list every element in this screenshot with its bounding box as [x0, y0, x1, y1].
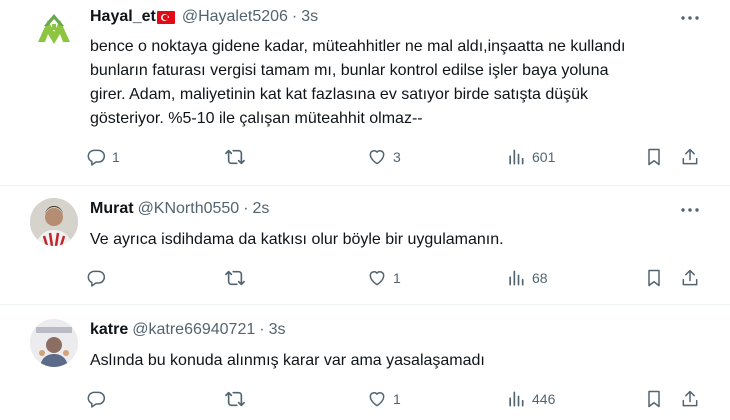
reply-count: 1: [112, 149, 120, 165]
reply-icon: [87, 270, 106, 287]
display-name[interactable]: Murat: [90, 200, 134, 218]
bookmark-button[interactable]: [644, 266, 664, 290]
display-name[interactable]: katre: [90, 321, 128, 339]
tweet-actions: 1 446: [86, 387, 706, 411]
tweet[interactable]: katre @katre66940721 · 3s Aslında bu kon…: [0, 305, 730, 420]
like-button[interactable]: 3: [367, 145, 401, 169]
bookmark-button[interactable]: [644, 145, 664, 169]
views-chart-icon: [509, 391, 524, 407]
share-button[interactable]: [680, 145, 700, 169]
views-button[interactable]: 601: [506, 145, 555, 169]
bookmark-icon: [648, 148, 660, 166]
tweet-text-line: Aslında bu konuda alınmış karar var ama …: [90, 352, 485, 369]
more-horizontal-icon[interactable]: [680, 200, 700, 220]
views-count: 446: [532, 391, 556, 407]
separator-dot: ·: [259, 321, 265, 338]
tweet-text-line: girer. Adam, maliyetinin kat kat fazlası…: [90, 86, 589, 103]
tweet-text: bence o noktaya gidene kadar, müteahhitl…: [90, 35, 690, 131]
views-count: 601: [532, 149, 556, 165]
share-icon: [682, 148, 698, 165]
views-count: 68: [532, 270, 548, 286]
timestamp[interactable]: 2s: [253, 200, 270, 218]
tweet-text: Ve ayrıca isdihdama da katkısı olur böyl…: [90, 228, 690, 252]
like-heart-icon: [369, 271, 385, 286]
like-count: 1: [393, 391, 401, 407]
display-name[interactable]: Hayal_et: [90, 8, 156, 26]
timestamp[interactable]: 3s: [301, 8, 318, 26]
avatar-photo-image: [30, 198, 78, 246]
avatar-photo-image: [30, 319, 78, 367]
like-button[interactable]: 1: [367, 387, 401, 411]
share-button[interactable]: [680, 387, 700, 411]
tweet-actions: 1 68: [86, 266, 706, 290]
user-handle[interactable]: @katre66940721: [132, 321, 255, 339]
tweet-header: katre @katre66940721 · 3s: [90, 321, 285, 339]
bookmark-button[interactable]: [644, 387, 664, 411]
reply-button[interactable]: [86, 266, 112, 290]
avatar[interactable]: [30, 319, 78, 367]
reply-icon: [87, 149, 106, 166]
retweet-button[interactable]: [224, 266, 252, 290]
turkish-flag-icon: [156, 10, 175, 24]
like-heart-icon: [369, 392, 385, 407]
views-button[interactable]: 446: [506, 387, 555, 411]
like-heart-icon: [369, 150, 385, 165]
tweet-text: Aslında bu konuda alınmış karar var ama …: [90, 349, 690, 373]
share-icon: [682, 269, 698, 286]
views-button[interactable]: 68: [506, 266, 548, 290]
avatar-logo-image: [30, 6, 78, 54]
tweet-header: Murat @KNorth0550 · 2s: [90, 200, 269, 218]
reply-button[interactable]: [86, 387, 112, 411]
tweet[interactable]: Murat @KNorth0550 · 2s Ve ayrıca isdihda…: [0, 186, 730, 303]
bookmark-icon: [648, 269, 660, 287]
user-handle[interactable]: @Hayalet5206: [182, 8, 288, 26]
tweet-text-line: bunların faturası vergisi tamam mı, bunl…: [90, 62, 609, 79]
retweet-button[interactable]: [224, 387, 252, 411]
reply-button[interactable]: 1: [86, 145, 120, 169]
views-chart-icon: [509, 270, 524, 286]
like-button[interactable]: 1: [367, 266, 401, 290]
tweet-actions: 1 3 601: [86, 145, 706, 169]
separator-dot: ·: [243, 200, 249, 217]
retweet-icon: [225, 149, 245, 165]
user-handle[interactable]: @KNorth0550: [138, 200, 240, 218]
tweet-text-line: bence o noktaya gidene kadar, müteahhitl…: [90, 38, 626, 55]
avatar[interactable]: [30, 198, 78, 246]
share-button[interactable]: [680, 266, 700, 290]
tweet-text-line: Ve ayrıca isdihdama da katkısı olur böyl…: [90, 231, 504, 248]
retweet-button[interactable]: [224, 145, 252, 169]
reply-icon: [87, 391, 106, 408]
like-count: 3: [393, 149, 401, 165]
timestamp[interactable]: 3s: [269, 321, 286, 339]
share-icon: [682, 390, 698, 407]
tweet-header: Hayal_et @Hayalet5206 · 3s: [90, 8, 318, 26]
views-chart-icon: [509, 149, 524, 165]
like-count: 1: [393, 270, 401, 286]
bookmark-icon: [648, 390, 660, 408]
tweet[interactable]: Hayal_et @Hayalet5206 · 3s bence o nokta…: [0, 0, 730, 185]
retweet-icon: [225, 391, 245, 407]
separator-dot: ·: [291, 8, 298, 25]
avatar[interactable]: [30, 6, 78, 54]
tweet-text-line: gösteriyor. %5-10 ile çalışan müteahhit …: [90, 110, 423, 127]
more-horizontal-icon[interactable]: [680, 8, 700, 28]
retweet-icon: [225, 270, 245, 286]
